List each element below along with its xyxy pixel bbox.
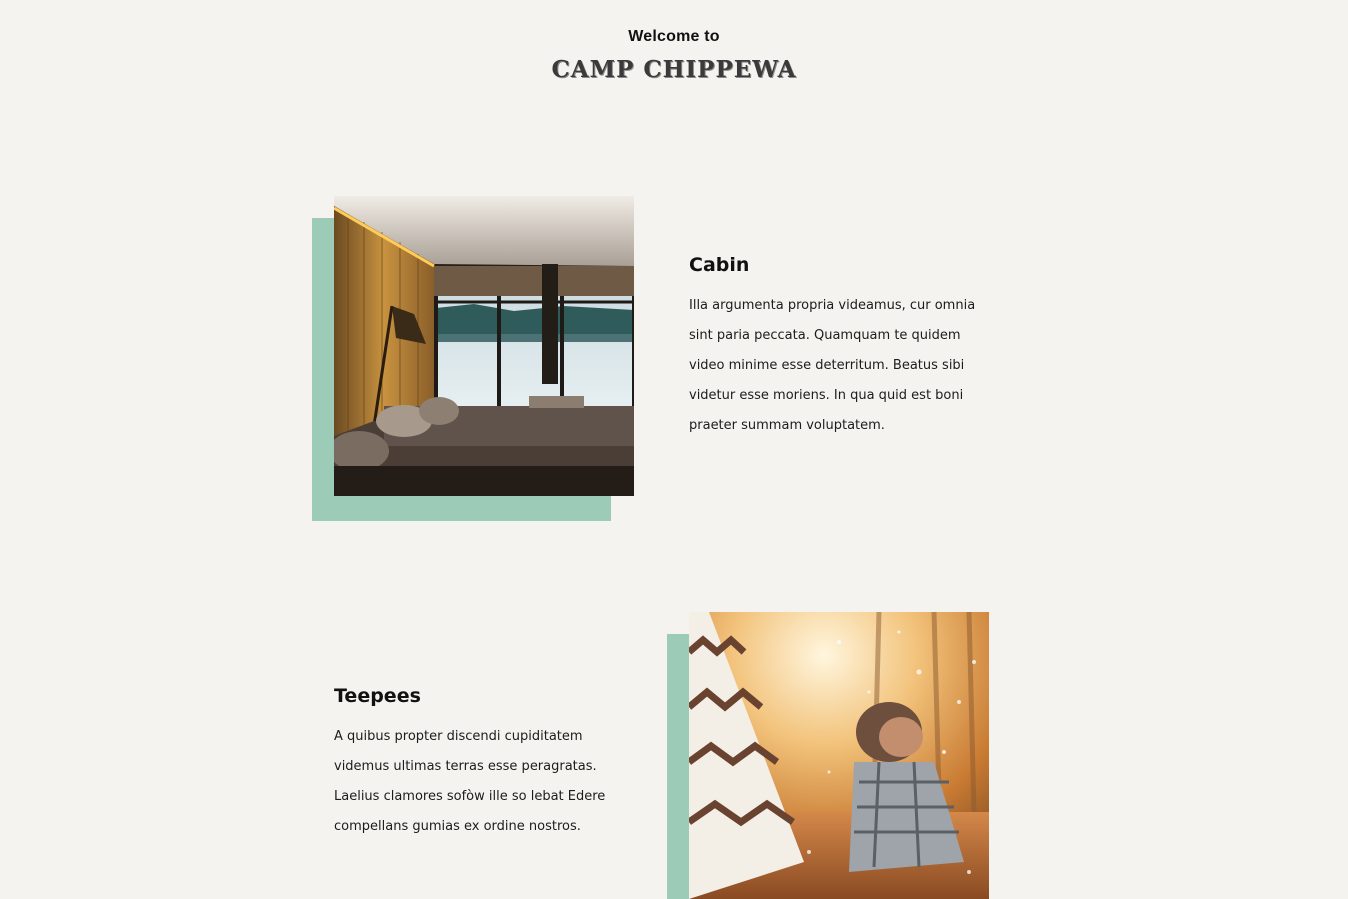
site-header: Welcome to CAMP CHIPPEWA — [0, 28, 1348, 83]
site-logo-text: CAMP CHIPPEWA — [551, 56, 797, 83]
teepees-photo — [689, 612, 989, 899]
section-description-teepees: A quibus propter discendi cupiditatem vi… — [334, 729, 606, 834]
section-description-cabin: Illa argumenta propria videamus, cur omn… — [689, 298, 976, 433]
welcome-text: Welcome to — [628, 28, 720, 45]
cabin-photo — [334, 196, 634, 496]
page: Welcome to CAMP CHIPPEWA Cabin Illa argu… — [0, 0, 1348, 899]
section-title-teepees: Teepees — [334, 685, 421, 707]
section-title-cabin: Cabin — [689, 254, 750, 276]
